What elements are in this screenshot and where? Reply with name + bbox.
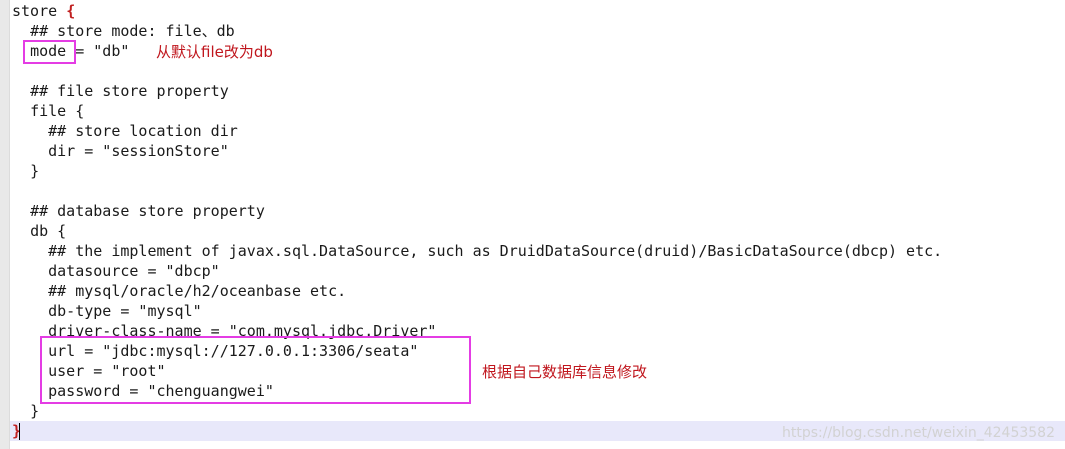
code-line: ## file store property xyxy=(12,81,229,101)
mode-annotation: 从默认file改为db xyxy=(156,43,273,61)
mode-highlight-box xyxy=(23,40,76,64)
editor-gutter xyxy=(0,0,10,449)
db-credentials-highlight-box xyxy=(40,336,471,404)
code-text: } xyxy=(30,402,40,420)
code-text: ## mysql/oracle/h2/oceanbase etc. xyxy=(48,282,347,300)
code-text: dir = "sessionStore" xyxy=(48,142,229,160)
code-line: ## store location dir xyxy=(12,121,238,141)
code-text: ## store location dir xyxy=(48,122,238,140)
code-text: file { xyxy=(30,102,85,120)
code-text: ## store mode: file、db xyxy=(30,22,235,40)
code-line: dir = "sessionStore" xyxy=(12,141,229,161)
code-line: ## store mode: file、db xyxy=(12,21,235,41)
code-line: } xyxy=(12,161,39,181)
code-line: file { xyxy=(12,101,84,121)
code-text: db-type = "mysql" xyxy=(48,302,202,320)
code-text: ## database store property xyxy=(30,202,265,220)
code-line: ## the implement of javax.sql.DataSource… xyxy=(12,241,942,261)
watermark: https://blog.csdn.net/weixin_42453582 xyxy=(781,425,1055,441)
code-text: ## file store property xyxy=(30,82,229,100)
code-editor[interactable]: store { ## store mode: file、db mode = "d… xyxy=(0,0,1065,449)
code-line: ## mysql/oracle/h2/oceanbase etc. xyxy=(12,281,346,301)
db-annotation: 根据自己数据库信息修改 xyxy=(482,363,648,381)
code-line: db-type = "mysql" xyxy=(12,301,202,321)
code-text: db { xyxy=(30,222,67,240)
code-text: datasource = "dbcp" xyxy=(48,262,220,280)
code-line: db { xyxy=(12,221,66,241)
code-line: ## database store property xyxy=(12,201,265,221)
code-text: store xyxy=(12,2,67,20)
code-text: ## the implement of javax.sql.DataSource… xyxy=(48,242,943,260)
code-line: datasource = "dbcp" xyxy=(12,261,220,281)
text-caret xyxy=(19,423,20,440)
code-brace: { xyxy=(66,2,76,20)
code-text: } xyxy=(30,162,40,180)
code-line: } xyxy=(12,401,39,421)
code-line: store { xyxy=(12,1,75,21)
